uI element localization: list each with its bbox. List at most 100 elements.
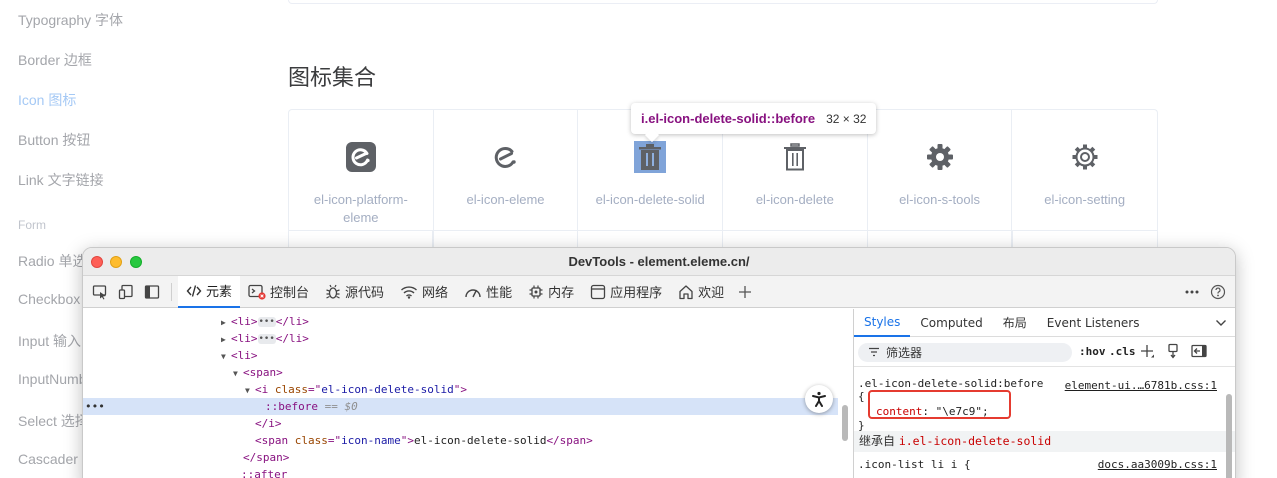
accessibility-tree-button[interactable] — [805, 385, 833, 413]
tab-computed[interactable]: Computed — [910, 309, 992, 337]
computed-sidebar-icon[interactable] — [1190, 342, 1208, 360]
icon-cell[interactable]: el-icon-platform-eleme — [289, 110, 434, 249]
icon-name: el-icon-delete — [755, 192, 834, 207]
tab-application[interactable]: 应用程序 — [582, 276, 670, 308]
nav-item-input[interactable]: Input 输入 — [18, 331, 81, 351]
dom-node[interactable]: ▼ <span> — [83, 364, 838, 381]
dom-node[interactable]: </i> — [83, 415, 838, 432]
nav-item-cascader[interactable]: Cascader — [18, 451, 78, 467]
inherited-from-header: 继承自 i.el-icon-delete-solid — [854, 431, 1235, 452]
filter-placeholder: 筛选器 — [886, 346, 923, 360]
rule-selector[interactable]: .icon-list li i { — [858, 458, 971, 471]
device-toolbar-icon[interactable] — [113, 276, 139, 308]
cls-toggle[interactable]: .cls — [1109, 345, 1136, 358]
tab-label: 网络 — [422, 286, 449, 301]
add-tab-icon[interactable] — [732, 276, 758, 308]
element-state-icon[interactable] — [1164, 342, 1182, 360]
hov-toggle[interactable]: :hov — [1079, 345, 1106, 358]
expand-arrow-icon[interactable]: ▶ — [221, 314, 231, 331]
nav-item-inputnumber[interactable]: InputNumb — [18, 371, 86, 387]
elements-scrollbar[interactable] — [842, 405, 848, 441]
platform-eleme-icon — [345, 141, 377, 173]
dom-node[interactable]: ::after — [83, 466, 838, 478]
nav-item-radio[interactable]: Radio 单选 — [18, 251, 86, 271]
tab-label: 源代码 — [345, 286, 385, 301]
nav-item-icon[interactable]: Icon 图标 — [18, 90, 76, 110]
accessibility-icon — [812, 391, 826, 407]
icon-name: el-icon-setting — [1044, 192, 1126, 207]
tab-performance[interactable]: 性能 — [456, 276, 520, 308]
tab-event-listeners[interactable]: Event Listeners — [1037, 309, 1150, 337]
inspect-tooltip: i.el-icon-delete-solid::before 32 × 32 — [631, 103, 877, 134]
dom-node[interactable]: ▼ <li> — [83, 347, 838, 364]
collapse-arrow-icon[interactable]: ▼ — [233, 365, 243, 382]
styles-scrollbar[interactable] — [1226, 394, 1232, 478]
styles-pane: Styles Computed 布局 Event Listeners 筛选器 :… — [854, 309, 1235, 478]
highlight-annotation-box — [868, 390, 1011, 419]
tab-console[interactable]: 控制台 — [240, 276, 317, 308]
more-options-icon[interactable] — [1179, 276, 1205, 308]
dom-node[interactable]: </span> — [83, 449, 838, 466]
chevron-down-icon[interactable] — [1215, 316, 1227, 330]
tooltip-selector: i.el-icon-delete-solid::before — [641, 111, 816, 126]
icon-cell[interactable]: el-icon-setting — [1012, 110, 1157, 249]
nav-item-button[interactable]: Button 按钮 — [18, 130, 90, 150]
devtools-titlebar[interactable]: DevTools - element.eleme.cn/ — [83, 248, 1235, 276]
dom-node[interactable]: ▶ <li>•••</li> — [83, 313, 838, 330]
filter-icon — [868, 346, 880, 360]
dom-node[interactable]: <span class="icon-name">el-icon-delete-s… — [83, 432, 838, 449]
collapsed-content-icon[interactable]: ••• — [257, 317, 276, 327]
tab-elements[interactable]: 元素 — [178, 275, 241, 308]
tab-network[interactable]: 网络 — [392, 276, 456, 308]
elements-panel: ▶ <li>•••</li> ▶ <li>•••</li> ▼ <li> ▼ <span… — [83, 309, 853, 478]
icon-name: el-icon-delete-solid — [595, 192, 705, 207]
home-icon — [678, 284, 694, 300]
section-title: 图标集合 — [288, 66, 377, 91]
icon-name: el-icon-platform-eleme — [313, 192, 408, 225]
collapsed-content-icon[interactable]: ••• — [257, 334, 276, 344]
inherited-selector-link[interactable]: i.el-icon-delete-solid — [899, 434, 1051, 448]
s-tools-icon — [924, 141, 956, 173]
performance-icon — [464, 285, 482, 299]
tab-styles[interactable]: Styles — [854, 309, 911, 337]
tab-label: 控制台 — [270, 286, 310, 301]
icon-cell[interactable]: el-icon-eleme — [434, 110, 579, 249]
inspect-element-icon[interactable] — [87, 276, 113, 308]
dom-node[interactable]: ▼ <i class="el-icon-delete-solid"> — [83, 381, 838, 398]
tab-memory[interactable]: 内存 — [520, 276, 582, 308]
eleme-icon — [490, 141, 522, 173]
rule-source-link[interactable]: docs.aa3009b.css:1 — [1098, 458, 1217, 471]
tab-layout[interactable]: 布局 — [993, 309, 1037, 337]
tab-sources[interactable]: 源代码 — [317, 276, 392, 308]
wifi-icon — [400, 285, 418, 299]
dom-node-selected[interactable]: •••::before == $0 — [83, 398, 838, 415]
console-icon — [248, 284, 266, 300]
nav-item-select[interactable]: Select 选择 — [18, 411, 89, 431]
tabbar-divider — [171, 282, 172, 301]
rule-selector[interactable]: .el-icon-delete-solid:before — [858, 377, 1043, 390]
gutter-menu-icon[interactable]: ••• — [85, 398, 105, 415]
dock-sidebar-icon[interactable] — [139, 276, 165, 308]
collapse-arrow-icon[interactable]: ▼ — [245, 382, 255, 399]
nav-item-checkbox[interactable]: Checkbox — [18, 291, 80, 307]
tab-label: 性能 — [486, 286, 513, 301]
collapse-arrow-icon[interactable]: ▼ — [221, 348, 231, 365]
delete-icon — [779, 141, 811, 173]
nav-item-link[interactable]: Link 文字链接 — [18, 170, 104, 190]
tab-label: 元素 — [206, 285, 233, 300]
dom-node[interactable]: ▶ <li>•••</li> — [83, 330, 838, 347]
styles-filter-input[interactable]: 筛选器 — [858, 343, 1072, 362]
delete-solid-icon — [634, 141, 667, 173]
icon-name: el-icon-s-tools — [899, 192, 980, 207]
nav-item-typography[interactable]: Typography 字体 — [18, 10, 123, 30]
help-icon[interactable] — [1205, 276, 1231, 308]
new-style-rule-icon[interactable] — [1138, 342, 1156, 360]
expand-arrow-icon[interactable]: ▶ — [221, 331, 231, 348]
nav-item-border[interactable]: Border 边框 — [18, 50, 92, 70]
rule-source-link[interactable]: element-ui.…6781b.css:1 — [1065, 379, 1217, 392]
tab-label: 欢迎 — [698, 286, 725, 301]
memory-icon — [528, 284, 544, 300]
icon-cell[interactable]: el-icon-s-tools — [868, 110, 1013, 249]
tab-label: 内存 — [548, 286, 575, 301]
tab-welcome[interactable]: 欢迎 — [670, 276, 732, 308]
